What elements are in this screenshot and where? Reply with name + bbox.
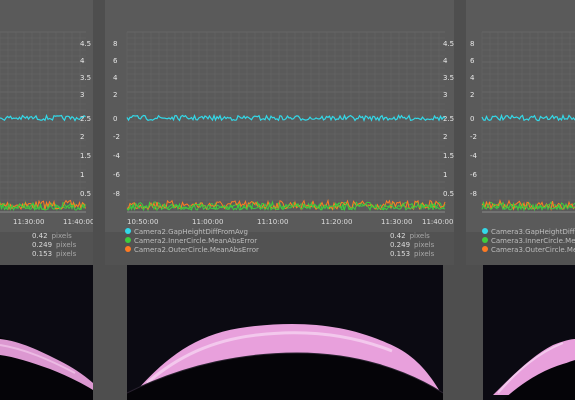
legend-label: Camera2.GapHeightDiffFromAvg — [134, 228, 248, 236]
center-panel: 8 6 4 2 0 -2 -4 -6 -8 4.5 4 3.5 3 2.5 2 1.5 1 0.5 10:50:… — [105, 0, 454, 265]
metric-unit: pixels — [409, 232, 430, 240]
metric-unit: pixels — [56, 241, 77, 249]
legend-label: Camera2.OuterCircle.MeanAbsError — [134, 246, 259, 254]
x-axis-tick: 11:40:00 — [422, 218, 454, 226]
right-left-axis-tick: 2 — [470, 91, 475, 99]
metric-number: 0.153 — [390, 250, 411, 258]
right-left-axis-tick: -4 — [470, 152, 477, 160]
center-left-axis-tick: 6 — [113, 57, 118, 65]
center-right-axis-tick: 3 — [443, 91, 448, 99]
metric-number: 0.42 — [390, 232, 406, 240]
metric-value: 0.42 pixels — [32, 232, 72, 240]
check-circle-icon[interactable] — [125, 237, 131, 243]
check-circle-icon[interactable] — [482, 246, 488, 252]
camera2-image — [127, 265, 443, 400]
camera1-image — [0, 265, 93, 400]
center-right-axis-tick: 3.5 — [443, 74, 454, 82]
center-right-axis-tick: 2.5 — [443, 115, 454, 123]
left-right-axis-tick: 1 — [80, 171, 85, 179]
right-legend: Camera3.GapHeightDiffFromAvgCamera3.Inne… — [482, 228, 575, 255]
right-left-axis-tick: 6 — [470, 57, 475, 65]
left-right-axis-tick: 3.5 — [80, 74, 92, 82]
metric-unit: pixels — [51, 232, 72, 240]
left-right-axis-tick: 0.5 — [80, 190, 92, 198]
center-left-axis-tick: 0 — [113, 115, 118, 123]
legend-label: Camera2.InnerCircle.MeanAbsError — [134, 237, 258, 245]
metric-number: 0.42 — [32, 232, 48, 240]
legend-item[interactable]: Camera3.GapHeightDiffFromAvg — [482, 228, 575, 237]
center-right-axis-tick: 1.5 — [443, 152, 454, 160]
center-left-axis-tick: -8 — [113, 190, 120, 198]
metric-value: 0.249 pixels — [32, 241, 76, 249]
legend-label: Camera3.OuterCircle.MeanAbsError — [491, 246, 575, 254]
camera1-tissue-graphic — [0, 337, 93, 400]
metric-value: 0.153 pixels — [390, 250, 434, 258]
legend-item[interactable]: Camera3.OuterCircle.MeanAbsError — [482, 246, 575, 255]
metric-unit: pixels — [56, 250, 77, 258]
right-left-axis-tick: 4 — [470, 74, 475, 82]
legend-item[interactable]: Camera2.OuterCircle.MeanAbsError — [125, 246, 259, 255]
metric-number: 0.153 — [32, 250, 53, 258]
x-axis-tick: 11:10:00 — [257, 218, 289, 226]
center-right-axis-tick: 2 — [443, 133, 448, 141]
right-left-axis-tick: -6 — [470, 171, 477, 179]
right-panel: 8 6 4 2 0 -2 -4 -6 -8 Camera3.GapHeightDiffFromA… — [466, 0, 575, 265]
gap-series-line — [481, 113, 575, 122]
metric-number: 0.249 — [32, 241, 53, 249]
x-axis-tick: 11:00:00 — [192, 218, 224, 226]
camera3-tissue-graphic — [493, 339, 575, 400]
left-right-axis-tick: 2 — [80, 133, 85, 141]
center-legend: Camera2.GapHeightDiffFromAvg Camera2.Inne… — [125, 228, 259, 255]
metric-value: 0.153 pixels — [32, 250, 76, 258]
x-axis-tick: 11:30:00 — [13, 218, 45, 226]
center-left-axis-tick: -4 — [113, 152, 120, 160]
right-left-axis-tick: -2 — [470, 133, 477, 141]
metric-value: 0.42 pixels — [390, 232, 430, 240]
left-right-axis-tick: 4.5 — [80, 40, 92, 48]
left-panel: 4.5 4 3.5 3 2.5 2 1.5 1 0.5 11:30:00 11:40:00 0.4… — [0, 0, 93, 265]
center-right-axis-tick: 0.5 — [443, 190, 454, 198]
legend-item[interactable]: Camera3.InnerCircle.MeanAbsError — [482, 237, 575, 246]
metric-number: 0.249 — [390, 241, 411, 249]
metric-unit: pixels — [414, 241, 435, 249]
gap-series-line — [0, 113, 86, 122]
gap-series-line — [126, 113, 446, 123]
x-axis-tick: 11:20:00 — [321, 218, 353, 226]
center-right-axis-tick: 1 — [443, 171, 448, 179]
check-circle-icon[interactable] — [125, 228, 131, 234]
camera3-image — [483, 265, 575, 400]
right-left-axis-tick: 0 — [470, 115, 475, 123]
center-left-axis-tick: -6 — [113, 171, 120, 179]
legend-item[interactable]: Camera2.GapHeightDiffFromAvg — [125, 228, 259, 237]
right-chart — [481, 31, 575, 213]
x-axis-tick: 11:30:00 — [381, 218, 413, 226]
left-right-axis-tick: 1.5 — [80, 152, 92, 160]
right-left-axis-tick: 8 — [470, 40, 475, 48]
center-left-axis-tick: 2 — [113, 91, 118, 99]
center-chart — [126, 31, 446, 213]
x-axis-tick: 10:50:00 — [127, 218, 159, 226]
center-left-axis-tick: 4 — [113, 74, 118, 82]
check-circle-icon[interactable] — [482, 237, 488, 243]
center-left-axis-tick: -2 — [113, 133, 120, 141]
left-right-axis-tick: 3 — [80, 91, 85, 99]
metric-value: 0.249 pixels — [390, 241, 434, 249]
x-axis-tick: 11:40:00 — [63, 218, 93, 226]
left-right-axis-tick: 4 — [80, 57, 85, 65]
legend-label: Camera3.GapHeightDiffFromAvg — [491, 228, 575, 236]
legend-item[interactable]: Camera2.InnerCircle.MeanAbsError — [125, 237, 259, 246]
check-circle-icon[interactable] — [125, 246, 131, 252]
camera2-tissue-graphic — [127, 323, 443, 400]
metric-unit: pixels — [414, 250, 435, 258]
check-circle-icon[interactable] — [482, 228, 488, 234]
center-right-axis-tick: 4.5 — [443, 40, 454, 48]
center-left-axis-tick: 8 — [113, 40, 118, 48]
legend-label: Camera3.InnerCircle.MeanAbsError — [491, 237, 575, 245]
center-right-axis-tick: 4 — [443, 57, 448, 65]
right-left-axis-tick: -8 — [470, 190, 477, 198]
left-right-axis-tick: 2.5 — [80, 115, 92, 123]
